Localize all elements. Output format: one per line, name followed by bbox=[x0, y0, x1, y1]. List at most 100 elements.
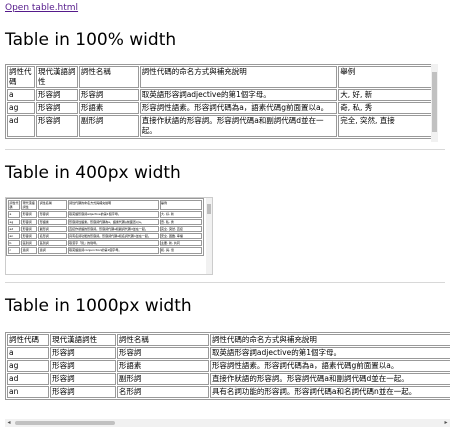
cell-text: 形容詞 bbox=[52, 348, 75, 357]
section-heading-1000px: Table in 1000px width bbox=[5, 296, 192, 316]
vertical-scrollbar[interactable] bbox=[431, 64, 438, 142]
cell-text: 形容詞 bbox=[37, 103, 61, 112]
table-cell-0: ad bbox=[8, 225, 21, 233]
cell-text: 區別詞 bbox=[22, 241, 32, 246]
table-cell-1: 形容詞 bbox=[35, 89, 78, 101]
table-row: ad形容詞副形詞直接作狀語的形容詞。形容詞代碼a和副詞代碼d並在一起。完全, 突… bbox=[7, 115, 433, 137]
cell-text: 形容詞 bbox=[22, 212, 32, 217]
cell-text: a bbox=[9, 90, 14, 99]
table-cell-2: 形語素 bbox=[78, 102, 139, 114]
table-cell-0: an bbox=[8, 233, 21, 240]
cell-text: 現代漢語詞性 bbox=[22, 201, 35, 210]
cell-text: 形容詞 bbox=[22, 234, 32, 239]
horizontal-scrollbar[interactable]: ◂ ▸ bbox=[5, 419, 450, 427]
cell-text: ag bbox=[9, 361, 19, 370]
table-cell-1: 形容詞 bbox=[50, 360, 116, 372]
table-cell-4: 完全, 突然, 直接 bbox=[338, 115, 433, 137]
cell-text: 形容詞 bbox=[52, 387, 75, 396]
scrollbar-thumb[interactable] bbox=[15, 421, 115, 425]
header-cell-1: 現代漢語詞性 bbox=[21, 200, 38, 211]
table-cell-0: an bbox=[7, 386, 50, 398]
cell-text: 詞性代碼 bbox=[9, 67, 32, 86]
table-cell-2: 形語素 bbox=[116, 360, 209, 372]
table-cell-0: ad bbox=[7, 115, 35, 137]
cell-text: 取英語形容詞adjective的第1個字母。 bbox=[69, 212, 121, 217]
cell-text: 大, 好, 新 bbox=[340, 90, 373, 99]
cell-text: c bbox=[9, 248, 12, 253]
table-header-row: 詞性代碼現代漢語詞性詞性名稱詞性代碼的命名方式與補充說明 舉例 bbox=[8, 200, 202, 211]
table-cell-3: 取英語連詞conjunction的第1個字母。 bbox=[67, 247, 159, 254]
cell-text: 形容詞 bbox=[118, 348, 142, 357]
table-cell-4: 大, 好, 新 bbox=[159, 211, 202, 218]
cell-text: 現代漢語詞性 bbox=[52, 335, 98, 344]
scroll-left-arrow-icon[interactable]: ◂ bbox=[5, 419, 13, 427]
table-cell-1: 連詞 bbox=[21, 247, 38, 254]
cell-text: 取英語形容詞adjective的第1個字母。 bbox=[211, 348, 341, 357]
iframe-400px[interactable]: 詞性代碼 現代漢語詞性 詞性名稱 詞性代碼的命名方式與補充說明 舉例 a 形容詞 形容詞 取英語… bbox=[5, 197, 213, 275]
scroll-right-arrow-icon[interactable]: ▸ bbox=[442, 419, 450, 427]
vertical-scrollbar[interactable] bbox=[206, 198, 212, 274]
cell-text: 具有名詞功能的形容詞。形容詞代碼a和名詞代碼n並在一起。 bbox=[211, 387, 417, 396]
cell-text: 形語素 bbox=[39, 219, 49, 224]
cell-text: 取漢字「別」的聲母。 bbox=[69, 241, 100, 246]
cell-text: 詞性名稱 bbox=[118, 335, 149, 344]
table-cell-2: 名形詞 bbox=[116, 386, 209, 398]
iframe-100-percent[interactable]: 詞性代碼 現代漢語詞性 詞性名稱 詞性代碼的命名方式與補充說明 舉例 a 形容詞 形容詞 取英語… bbox=[5, 64, 438, 142]
header-cell-4: 舉例 bbox=[338, 66, 433, 88]
cell-text: an bbox=[9, 387, 19, 396]
table-row: ad形容詞副形詞直接作狀語的形容詞。形容詞代碼a和副詞代碼d並在一起。完全, 突… bbox=[7, 373, 450, 385]
header-cell-0: 詞性代碼 bbox=[7, 334, 50, 346]
cell-text: 詞性代碼 bbox=[9, 201, 19, 210]
header-cell-2: 詞性名稱 bbox=[38, 200, 67, 211]
table-cell-0: a bbox=[8, 211, 21, 218]
table-header-row: 詞性代碼現代漢語詞性詞性名稱詞性代碼的命名方式與補充說明舉例 bbox=[7, 334, 450, 346]
scrollbar-thumb[interactable] bbox=[207, 204, 211, 214]
cell-text: 副形詞 bbox=[118, 374, 142, 383]
cell-text: 形容詞 bbox=[37, 116, 61, 125]
table-cell-3: 具有名詞功能的形容詞。形容詞代碼a和名詞代碼n並在一起。 bbox=[209, 386, 450, 398]
table-cell-3: 直接作狀語的形容詞。形容詞代碼a和副詞代碼d並在一起。 bbox=[67, 225, 159, 233]
cell-text: 形容詞 bbox=[39, 212, 49, 217]
header-cell-3: 詞性代碼的命名方式與補充說明 bbox=[209, 334, 450, 346]
table-cell-3: 形容詞性語素。形容詞代碼為a，語素代碼g前面置以a。 bbox=[209, 360, 450, 372]
table-row: ag形容詞形語素形容詞性語素。形容詞代碼為a，語素代碼g前面置以a。奇, 私, … bbox=[7, 102, 433, 114]
cell-text: 奇, 私, 秀 bbox=[340, 103, 373, 112]
table-row: ag形容詞形語素形容詞性語素。形容詞代碼為a，語素代碼g前面置以a。奇, 私, … bbox=[8, 218, 202, 225]
cell-text: 形語素 bbox=[80, 103, 104, 112]
cell-text: 形容詞 bbox=[52, 374, 75, 383]
table-cell-3: 取漢字「別」的聲母。 bbox=[67, 240, 159, 247]
pos-table: 詞性代碼現代漢語詞性詞性名稱詞性代碼的命名方式與補充說明舉例a形容詞形容詞取英語… bbox=[6, 198, 204, 256]
table-cell-2: 副形詞 bbox=[116, 373, 209, 385]
table-cell-0: c bbox=[8, 247, 21, 254]
header-cell-2: 詞性名稱 bbox=[116, 334, 209, 346]
scrollbar-thumb[interactable] bbox=[432, 72, 437, 132]
table-header-row: 詞性代碼現代漢語詞性詞性名稱詞性代碼的命名方式與補充說明舉例 bbox=[7, 66, 433, 88]
table-cell-1: 形容詞 bbox=[35, 102, 78, 114]
cell-text: 主要, 新, 共同 bbox=[161, 241, 180, 246]
cell-text: 區別詞 bbox=[39, 241, 49, 246]
open-table-link[interactable]: Open table.html bbox=[5, 3, 78, 13]
table-cell-2: 形語素 bbox=[38, 218, 67, 225]
cell-text: 現代漢語詞性 bbox=[37, 67, 76, 86]
cell-text: 詞性代碼的命名方式與補充說明 bbox=[211, 335, 317, 344]
header-cell-0: 詞性代碼 bbox=[8, 200, 21, 211]
table-row: ag形容詞形語素形容詞性語素。形容詞代碼為a，語素代碼g前面置以a。奇, 私, … bbox=[7, 360, 450, 372]
cell-text: 具有名詞功能的形容詞。形容詞代碼a和名詞代碼n並在一起。 bbox=[69, 234, 151, 239]
table-cell-0: ad bbox=[7, 373, 50, 385]
table-row: b 區別詞 區別詞 取漢字「別」的聲母。 主要, 新, 共同 bbox=[8, 240, 202, 247]
section-heading-100-percent: Table in 100% width bbox=[5, 30, 177, 50]
table-cell-4: 安全, 困難, 幸福 bbox=[159, 233, 202, 240]
cell-text: 副形詞 bbox=[39, 226, 49, 231]
header-cell-3: 詞性代碼的命名方式與補充說明 bbox=[139, 66, 338, 88]
table-cell-0: ag bbox=[8, 218, 21, 225]
table-cell-3: 直接作狀語的形容詞。形容詞代碼a和副詞代碼d並在一起。 bbox=[139, 115, 338, 137]
cell-text: ad bbox=[9, 226, 14, 231]
cell-text: 舉例 bbox=[161, 201, 168, 205]
table-cell-4: 完全, 突然, 直接 bbox=[159, 225, 202, 233]
table-cell-1: 形容詞 bbox=[35, 115, 78, 137]
cell-text: 詞性代碼的命名方式與補充說明 bbox=[69, 201, 112, 205]
table-row: a 形容詞 形容詞 取英語形容詞adjective的第1個字母。 大, 好, 新 bbox=[8, 211, 202, 218]
iframe-1000px[interactable]: 詞性代碼現代漢語詞性詞性名稱詞性代碼的命名方式與補充說明舉例a形容詞形容詞取英語… bbox=[5, 332, 450, 405]
cell-text: b bbox=[9, 241, 12, 246]
cell-text: 詞性代碼的命名方式與補充說明 bbox=[141, 67, 247, 76]
